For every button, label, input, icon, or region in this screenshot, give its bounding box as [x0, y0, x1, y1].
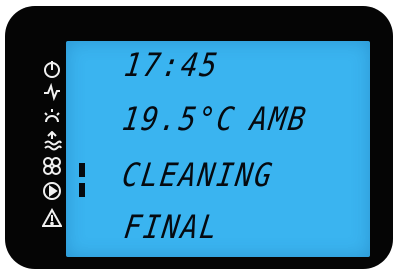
ambient-label: AMB [248, 100, 310, 138]
play-icon[interactable] [42, 181, 62, 201]
fan-icon[interactable] [42, 156, 62, 176]
steam-icon[interactable] [42, 131, 62, 151]
time-display: 17:45 [122, 46, 222, 84]
mode-display: CLEANING [120, 156, 277, 194]
selection-cursor-bottom [79, 183, 85, 197]
brightness-icon[interactable] [42, 106, 62, 126]
selection-cursor-top [79, 163, 85, 177]
lightning-icon[interactable] [42, 82, 62, 102]
power-timer-icon[interactable] [42, 59, 62, 79]
lcd-screen: 17:45 19.5°C AMB CLEANING FINAL [66, 41, 370, 257]
warning-icon[interactable] [42, 208, 62, 228]
stage-display: FINAL [122, 208, 222, 246]
